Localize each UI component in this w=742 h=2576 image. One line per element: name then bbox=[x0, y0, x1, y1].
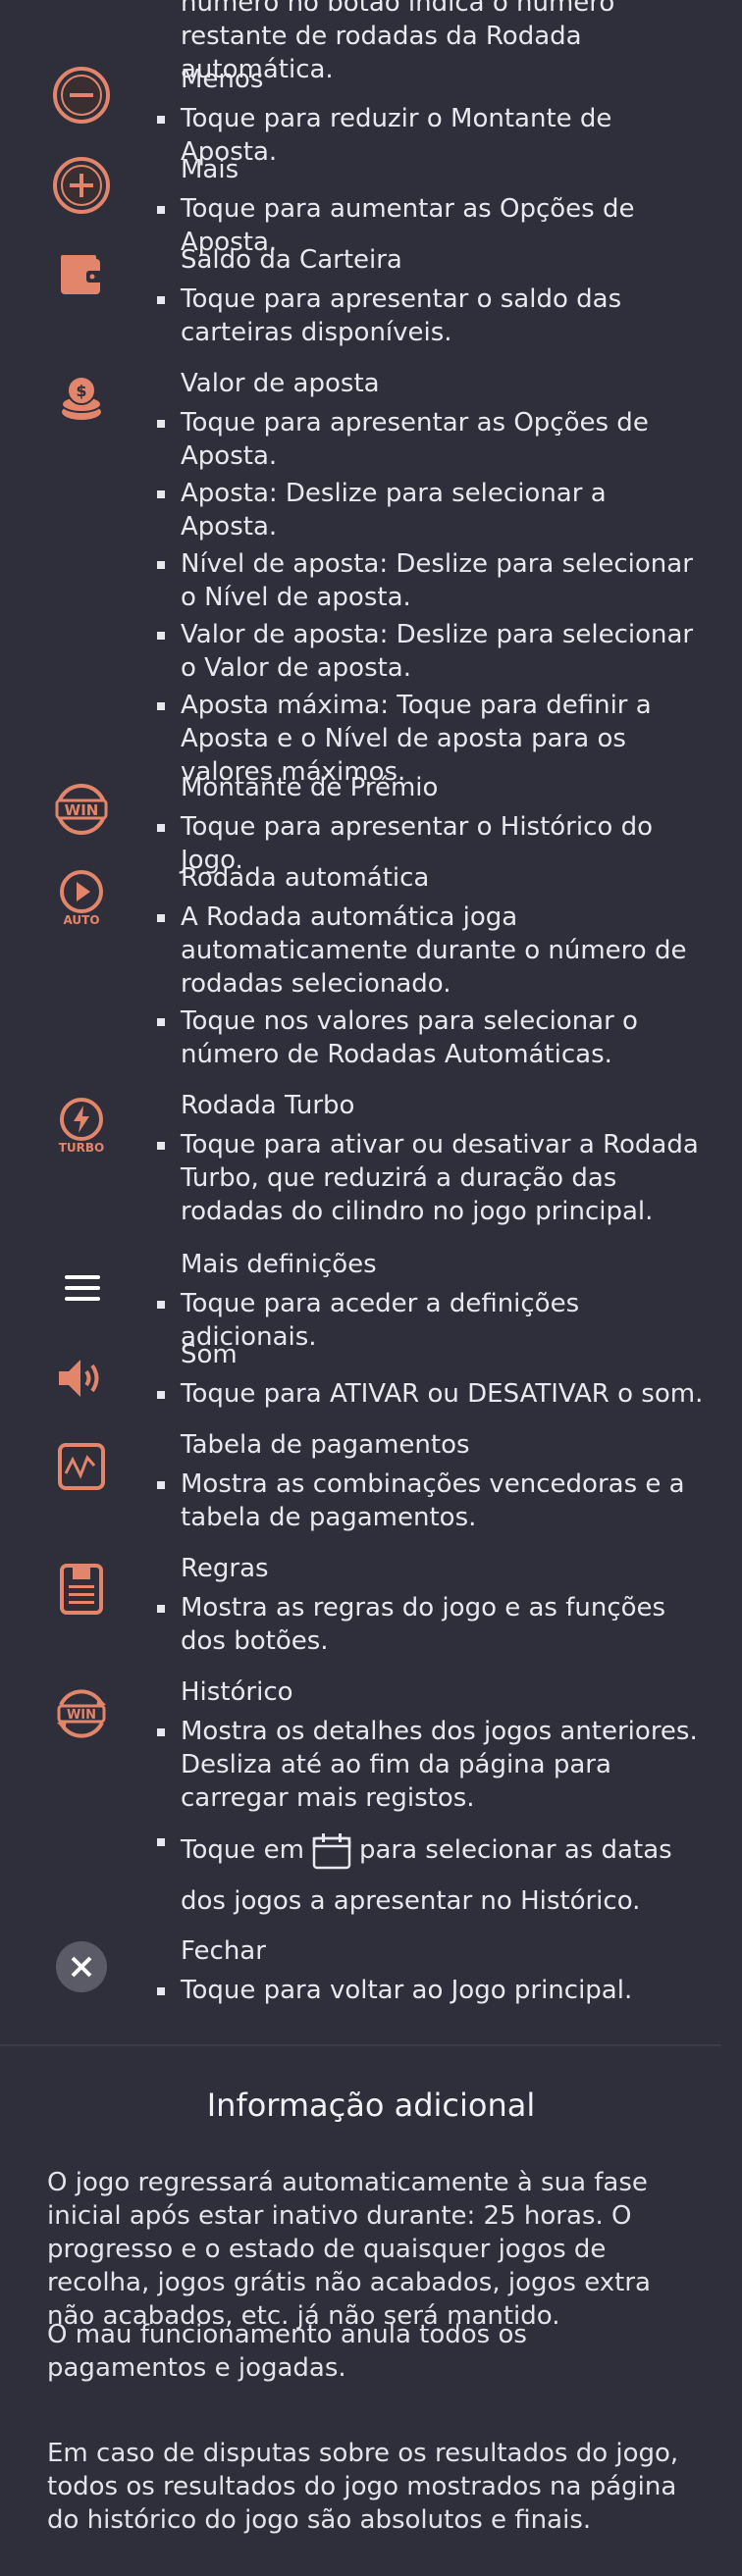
item-bullet: Toque para reduzir o Montante de Aposta. bbox=[157, 102, 711, 169]
plus-circle-icon bbox=[51, 155, 112, 216]
item-bullet: Toque para aceder a definições adicionai… bbox=[157, 1287, 711, 1354]
item-title: Som bbox=[181, 1340, 238, 1369]
minus-circle-icon bbox=[51, 65, 112, 126]
item-title: Menos bbox=[181, 65, 264, 94]
item-bullet: Valor de aposta: Deslize para selecionar… bbox=[157, 618, 711, 685]
wallet-icon bbox=[51, 245, 112, 306]
item-bullet: Toque para apresentar as Opções de Apost… bbox=[157, 406, 711, 473]
item-bullet: Toque para voltar ao Jogo principal. bbox=[157, 1974, 711, 2007]
menu-icon bbox=[51, 1258, 112, 1318]
item-bullet: Toque nos valores para selecionar o núme… bbox=[157, 1005, 711, 1071]
speaker-icon bbox=[51, 1348, 112, 1409]
item-bullet: A Rodada automática joga automaticamente… bbox=[157, 901, 711, 1001]
autoplay-icon: AUTO bbox=[51, 867, 112, 928]
item-title: Mais bbox=[181, 155, 239, 184]
item-bullet: Mostra as regras do jogo e as funções do… bbox=[157, 1591, 711, 1658]
item-bullet: Mostra as combinações vencedoras e a tab… bbox=[157, 1468, 711, 1534]
history-icon: WIN bbox=[51, 1683, 112, 1744]
item-title: Histórico bbox=[181, 1677, 293, 1707]
item-bullet-calendar: Toque em para selecionar as datas dos jog… bbox=[157, 1825, 711, 1927]
section-divider bbox=[0, 2044, 721, 2046]
svg-text:AUTO: AUTO bbox=[63, 913, 99, 927]
item-title: Valor de aposta bbox=[181, 369, 380, 398]
turbo-icon: TURBO bbox=[51, 1095, 112, 1156]
win-badge-icon: WIN bbox=[51, 779, 112, 840]
info-paragraph: Em caso de disputas sobre os resultados … bbox=[47, 2439, 679, 2535]
info-title: Informação adicional bbox=[206, 2087, 536, 2124]
item-title: Mais definições bbox=[181, 1250, 377, 1279]
svg-text:WIN: WIN bbox=[67, 1708, 96, 1723]
rules-icon bbox=[51, 1558, 112, 1619]
item-title: Rodada Turbo bbox=[181, 1091, 355, 1120]
info-paragraph: O jogo regressará automaticamente à sua … bbox=[47, 2168, 651, 2331]
svg-text:WIN: WIN bbox=[65, 801, 99, 819]
item-bullet: Toque para apresentar o saldo das cartei… bbox=[157, 283, 711, 349]
item-title: Montante de Prémio bbox=[181, 773, 439, 802]
item-title: Fechar bbox=[181, 1936, 266, 1966]
item-title: Tabela de pagamentos bbox=[181, 1430, 470, 1460]
calendar-bullet-before: Toque em bbox=[181, 1835, 304, 1865]
item-bullet: Aposta: Deslize para selecionar a Aposta… bbox=[157, 477, 711, 543]
item-bullet: Toque para ativar ou desativar a Rodada … bbox=[157, 1128, 711, 1228]
item-bullet: Mostra os detalhes dos jogos anteriores.… bbox=[157, 1715, 711, 1815]
item-bullet: Nível de aposta: Deslize para selecionar… bbox=[157, 547, 711, 614]
svg-text:$: $ bbox=[76, 382, 86, 400]
item-title: Rodada automática bbox=[181, 863, 430, 893]
coins-icon: $ bbox=[51, 369, 112, 430]
calendar-icon bbox=[312, 1832, 351, 1870]
svg-text:TURBO: TURBO bbox=[59, 1141, 105, 1155]
close-icon bbox=[51, 1936, 112, 1997]
paytable-icon bbox=[51, 1436, 112, 1497]
item-title: Saldo da Carteira bbox=[181, 245, 402, 275]
paytable-buttons-section: número no botão indica o número restante… bbox=[0, 0, 721, 2045]
item-title: Regras bbox=[181, 1554, 269, 1583]
info-paragraph: O mau funcionamento anula todos os pagam… bbox=[47, 2320, 527, 2383]
item-bullet: Toque para ATIVAR ou DESATIVAR o som. bbox=[157, 1377, 711, 1411]
